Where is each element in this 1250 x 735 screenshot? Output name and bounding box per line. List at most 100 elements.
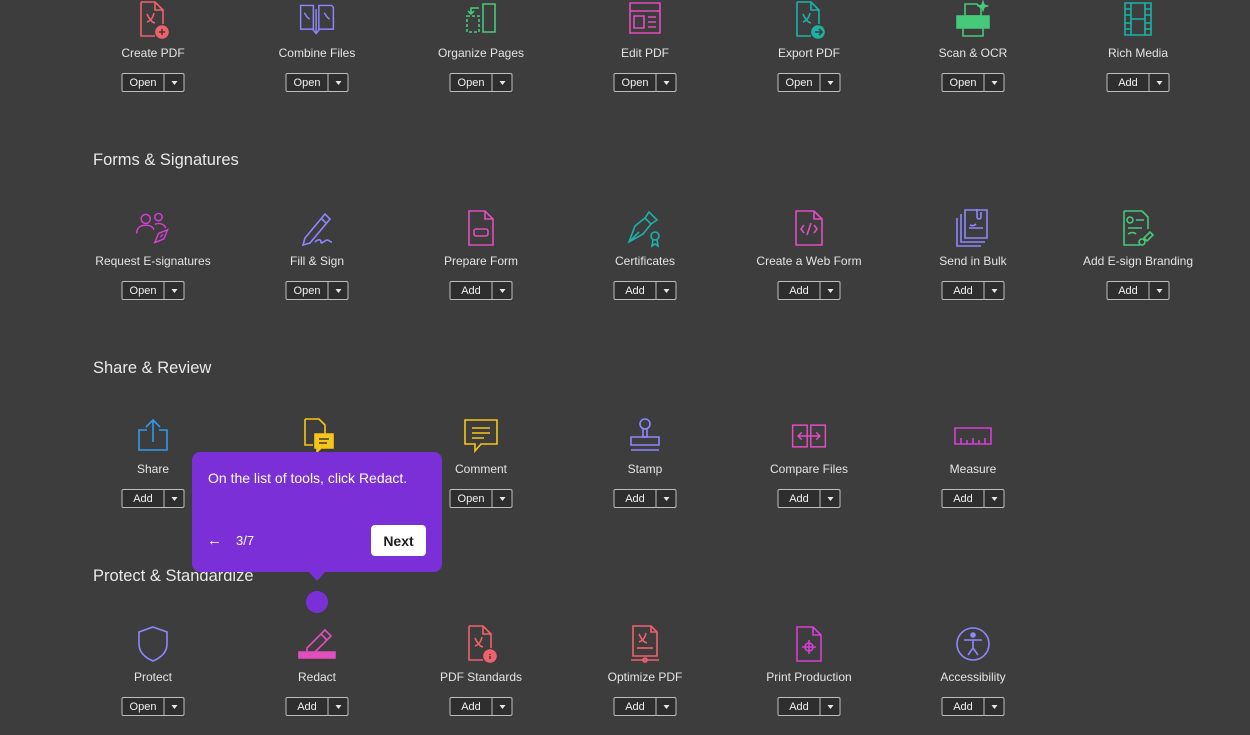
tool-button-group: Add [1106,281,1170,300]
open-button[interactable]: Open [287,282,329,299]
comment-icon[interactable] [461,416,501,456]
combine-files-icon[interactable] [297,0,337,40]
shield-icon[interactable] [133,624,173,664]
dropdown-button[interactable] [821,698,840,715]
coachmark-hotspot[interactable] [306,591,328,613]
tool-request-e-signatures: Request E-signatures Open [71,208,235,308]
stamp-icon[interactable] [625,416,665,456]
e-sign-branding-icon[interactable] [1118,208,1158,248]
tool-label: Rich Media [1107,46,1169,60]
tool-label: Combine Files [278,46,356,60]
open-button[interactable]: Open [451,74,493,91]
scan-ocr-icon[interactable] [953,0,993,40]
dropdown-button[interactable] [165,282,184,299]
chevron-down-icon [991,288,997,293]
request-e-signatures-icon[interactable] [133,208,173,248]
add-button[interactable]: Add [943,698,985,715]
send-in-bulk-icon[interactable] [953,208,993,248]
add-button[interactable]: Add [779,282,821,299]
dropdown-button[interactable] [985,282,1004,299]
add-button[interactable]: Add [943,490,985,507]
dropdown-button[interactable] [493,282,512,299]
tool-button-group: Open [613,73,677,92]
dropdown-button[interactable] [657,282,676,299]
dropdown-button[interactable] [165,74,184,91]
optimize-pdf-icon[interactable] [625,624,665,664]
open-button[interactable]: Open [287,74,329,91]
open-button[interactable]: Open [451,490,493,507]
tool-label: Measure [949,462,997,476]
dropdown-button[interactable] [1150,74,1169,91]
edit-pdf-icon[interactable] [625,0,665,40]
dropdown-button[interactable] [493,490,512,507]
dropdown-button[interactable] [493,74,512,91]
organize-pages-icon[interactable] [461,0,501,40]
tool-label: Optimize PDF [607,670,683,684]
create-pdf-icon[interactable] [133,0,173,40]
dropdown-button[interactable] [985,490,1004,507]
add-button[interactable]: Add [943,282,985,299]
dropdown-button[interactable] [1150,282,1169,299]
add-button[interactable]: Add [779,490,821,507]
add-button[interactable]: Add [779,698,821,715]
prepare-form-icon[interactable] [461,208,501,248]
add-button[interactable]: Add [1108,74,1150,91]
redact-icon[interactable] [297,624,337,664]
dropdown-button[interactable] [165,490,184,507]
add-button[interactable]: Add [451,698,493,715]
print-production-icon[interactable] [789,624,829,664]
add-button[interactable]: Add [123,490,165,507]
add-button[interactable]: Add [1108,282,1150,299]
certificates-icon[interactable] [625,208,665,248]
chevron-down-icon [335,704,341,709]
next-button[interactable]: Next [371,525,426,556]
chevron-down-icon [827,704,833,709]
dropdown-button[interactable] [165,698,184,715]
pdf-standards-icon[interactable] [461,624,501,664]
tool-button-group: Open [121,281,185,300]
open-button[interactable]: Open [779,74,821,91]
chevron-down-icon [335,288,341,293]
send-for-comments-icon[interactable] [297,416,337,456]
share-icon[interactable] [133,416,173,456]
compare-files-icon[interactable] [789,416,829,456]
open-button[interactable]: Open [123,698,165,715]
dropdown-button[interactable] [493,698,512,715]
dropdown-button[interactable] [821,74,840,91]
dropdown-button[interactable] [821,490,840,507]
open-button[interactable]: Open [123,74,165,91]
chevron-down-icon [499,80,505,85]
dropdown-button[interactable] [821,282,840,299]
dropdown-button[interactable] [657,490,676,507]
dropdown-button[interactable] [329,698,348,715]
open-button[interactable]: Open [615,74,657,91]
tool-print-production: Print Production Add [727,624,891,724]
add-button[interactable]: Add [451,282,493,299]
tool-label: Compare Files [769,462,849,476]
add-button[interactable]: Add [287,698,329,715]
create-web-form-icon[interactable] [789,208,829,248]
measure-icon[interactable] [953,416,993,456]
tool-organize-pages: Organize Pages Open [399,0,563,100]
dropdown-button[interactable] [329,282,348,299]
dropdown-button[interactable] [985,74,1004,91]
accessibility-icon[interactable] [953,624,993,664]
open-button[interactable]: Open [123,282,165,299]
dropdown-button[interactable] [985,698,1004,715]
tool-optimize-pdf: Optimize PDF Add [563,624,727,724]
add-button[interactable]: Add [615,698,657,715]
open-button[interactable]: Open [943,74,985,91]
coachmark-popup: On the list of tools, click Redact. ← 3/… [192,452,442,572]
dropdown-button[interactable] [657,74,676,91]
dropdown-button[interactable] [329,74,348,91]
rich-media-icon[interactable] [1118,0,1158,40]
fill-sign-icon[interactable] [297,208,337,248]
back-arrow-icon[interactable]: ← [207,532,222,549]
dropdown-button[interactable] [657,698,676,715]
tool-combine-files: Combine Files Open [235,0,399,100]
add-button[interactable]: Add [615,282,657,299]
add-button[interactable]: Add [615,490,657,507]
tool-certificates: Certificates Add [563,208,727,308]
export-pdf-icon[interactable] [789,0,829,40]
chevron-down-icon [171,288,177,293]
